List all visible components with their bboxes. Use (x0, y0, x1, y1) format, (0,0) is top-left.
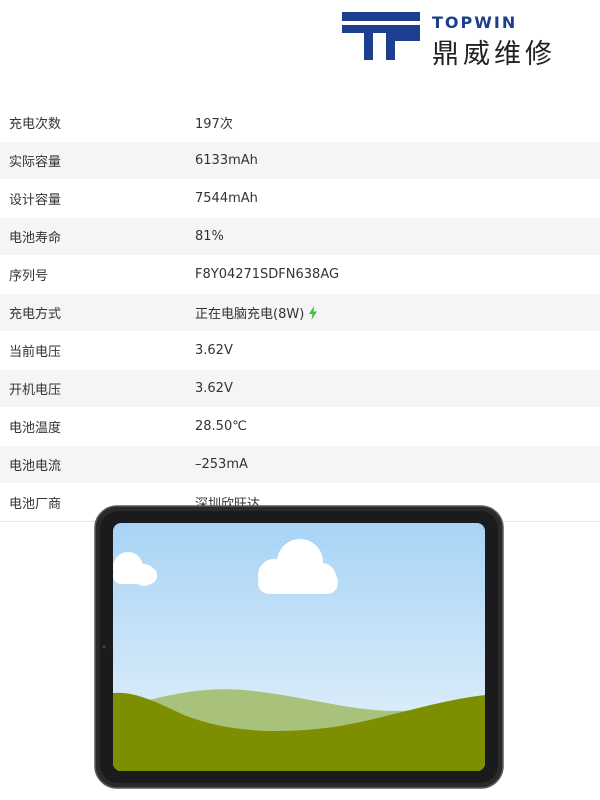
tablet-illustration (94, 505, 504, 789)
row-value: 3.62V (195, 343, 233, 358)
row-serial-number: 序列号 F8Y04271SDFN638AG (0, 256, 600, 294)
topwin-logo-mark-icon (342, 12, 420, 60)
row-value: 28.50℃ (195, 419, 247, 434)
row-label: 电池电流 (9, 459, 62, 474)
row-label: 开机电压 (9, 383, 62, 398)
row-actual-capacity: 实际容量 6133mAh (0, 142, 600, 180)
row-value: 81% (195, 229, 224, 244)
row-value: 197次 (195, 117, 233, 132)
row-label: 电池温度 (9, 421, 62, 436)
row-design-capacity: 设计容量 7544mAh (0, 180, 600, 218)
battery-info-table: 充电次数 197次 实际容量 6133mAh 设计容量 7544mAh 电池寿命… (0, 104, 600, 522)
row-value: –253mA (195, 457, 248, 472)
row-battery-health: 电池寿命 81% (0, 218, 600, 256)
topwin-logo: TOPWIN 鼎威维修 (342, 10, 592, 70)
row-value: 3.62V (195, 381, 233, 396)
row-label: 当前电压 (9, 345, 62, 360)
header: TOPWIN 鼎威维修 (0, 0, 600, 84)
row-value: 正在电脑充电(8W) (195, 303, 318, 322)
row-label: 充电方式 (9, 307, 62, 322)
charging-mode-text: 正在电脑充电(8W) (195, 307, 305, 322)
row-charge-count: 充电次数 197次 (0, 104, 600, 142)
row-label: 设计容量 (9, 193, 62, 208)
row-battery-current: 电池电流 –253mA (0, 446, 600, 484)
row-label: 充电次数 (9, 117, 62, 132)
row-boot-voltage: 开机电压 3.62V (0, 370, 600, 408)
logo-brand-cn: 鼎威维修 (432, 39, 556, 70)
charging-bolt-icon (309, 305, 318, 320)
tablet-device-icon (94, 505, 504, 789)
row-battery-temperature: 电池温度 28.50℃ (0, 408, 600, 446)
row-current-voltage: 当前电压 3.62V (0, 332, 600, 370)
row-label: 实际容量 (9, 155, 62, 170)
row-label: 电池厂商 (9, 497, 62, 512)
logo-brand-en: TOPWIN (432, 13, 518, 32)
row-label: 电池寿命 (9, 231, 62, 246)
row-label: 序列号 (9, 269, 49, 284)
row-value: 6133mAh (195, 153, 258, 168)
row-value: F8Y04271SDFN638AG (195, 267, 340, 282)
row-charging-mode: 充电方式 正在电脑充电(8W) (0, 294, 600, 332)
row-value: 7544mAh (195, 191, 258, 206)
